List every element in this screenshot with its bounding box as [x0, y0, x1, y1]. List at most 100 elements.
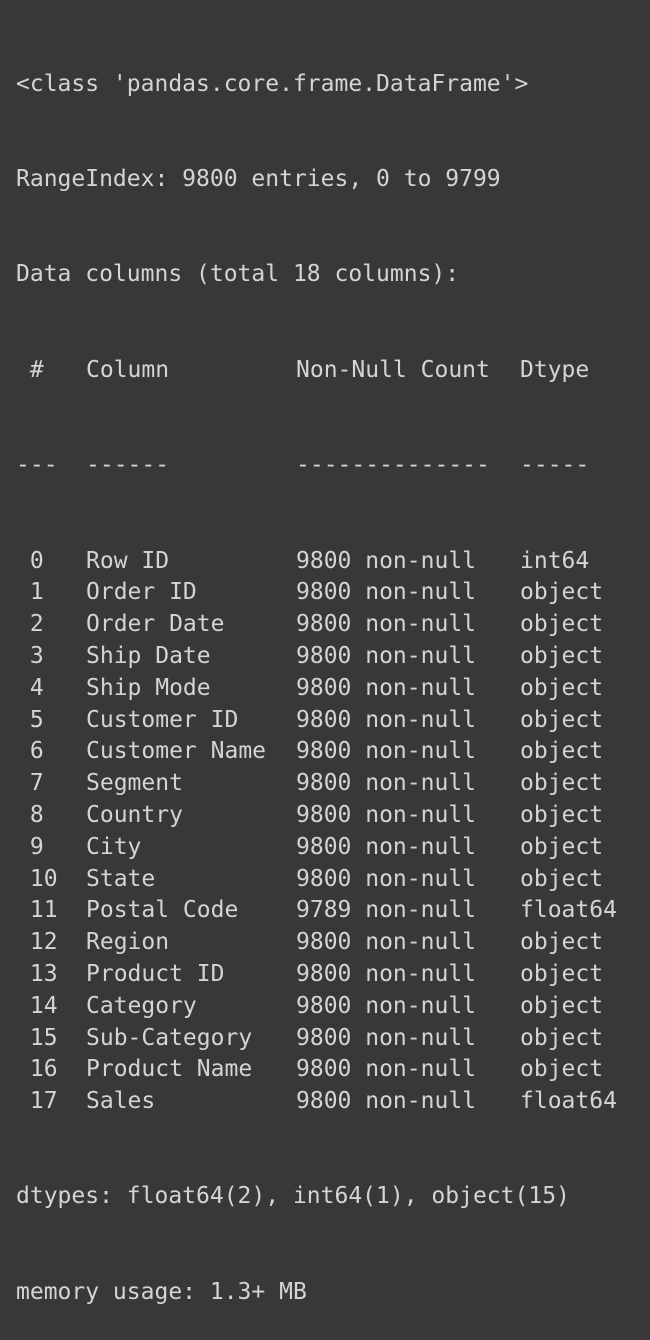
row-column-name: Category — [86, 992, 197, 1019]
table-row: 8 Country 9800 non-null object — [16, 800, 650, 832]
row-dtype: object — [520, 738, 604, 765]
header-dtype: Dtype — [520, 356, 590, 383]
row-non-null-count: 9800 non-null — [296, 1024, 477, 1051]
row-column-name: Sales — [86, 1088, 156, 1115]
dtypes-line: dtypes: float64(2), int64(1), object(15) — [16, 1183, 570, 1210]
row-index: 8 — [16, 801, 44, 828]
table-row: 10 State 9800 non-null object — [16, 864, 650, 896]
separator-idx: --- — [16, 452, 58, 479]
row-non-null-count: 9800 non-null — [296, 579, 477, 606]
row-column-name: Customer ID — [86, 706, 239, 733]
table-row: 12 Region 9800 non-null object — [16, 927, 650, 959]
row-non-null-count: 9800 non-null — [296, 1056, 477, 1083]
row-dtype: int64 — [520, 547, 590, 574]
row-column-name: Ship Date — [86, 642, 211, 669]
row-index: 14 — [16, 992, 58, 1019]
row-column-name: State — [86, 865, 156, 892]
row-dtype: object — [520, 865, 604, 892]
row-non-null-count: 9789 non-null — [296, 897, 477, 924]
table-rows: 0 Row ID 9800 non-null int64 1 Order ID 9800 … — [16, 546, 650, 1118]
row-non-null-count: 9800 non-null — [296, 1088, 477, 1115]
row-dtype: object — [520, 801, 604, 828]
row-column-name: Ship Mode — [86, 674, 211, 701]
row-dtype: object — [520, 674, 604, 701]
row-column-name: Segment — [86, 770, 183, 797]
header-non-null: Non-Null Count — [296, 356, 490, 383]
header-column: Column — [86, 356, 170, 383]
row-non-null-count: 9800 non-null — [296, 706, 477, 733]
row-index: 15 — [16, 1024, 58, 1051]
separator-non-null: -------------- — [296, 452, 490, 479]
row-index: 9 — [16, 833, 44, 860]
row-column-name: Order ID — [86, 579, 197, 606]
row-dtype: object — [520, 960, 604, 987]
row-index: 10 — [16, 865, 58, 892]
row-column-name: Country — [86, 801, 183, 828]
row-dtype: object — [520, 833, 604, 860]
table-separator-row: --- ------ -------------- ----- — [16, 450, 650, 482]
table-row: 5 Customer ID 9800 non-null object — [16, 705, 650, 737]
row-non-null-count: 9800 non-null — [296, 674, 477, 701]
range-index-line: RangeIndex: 9800 entries, 0 to 9799 — [16, 165, 501, 192]
row-column-name: Region — [86, 929, 170, 956]
row-dtype: object — [520, 642, 604, 669]
row-column-name: Sub-Category — [86, 1024, 253, 1051]
row-dtype: object — [520, 770, 604, 797]
row-index: 1 — [16, 579, 44, 606]
memory-line: memory usage: 1.3+ MB — [16, 1278, 307, 1305]
row-column-name: Customer Name — [86, 738, 267, 765]
table-row: 14 Category 9800 non-null object — [16, 991, 650, 1023]
table-row: 11 Postal Code 9789 non-null float64 — [16, 895, 650, 927]
table-row: 3 Ship Date 9800 non-null object — [16, 641, 650, 673]
row-index: 7 — [16, 770, 44, 797]
row-dtype: float64 — [520, 897, 617, 924]
row-non-null-count: 9800 non-null — [296, 611, 477, 638]
table-header-row: # Column Non-Null Count Dtype — [16, 355, 650, 387]
table-row: 0 Row ID 9800 non-null int64 — [16, 546, 650, 578]
row-non-null-count: 9800 non-null — [296, 929, 477, 956]
table-row: 16 Product Name 9800 non-null object — [16, 1054, 650, 1086]
table-row: 1 Order ID 9800 non-null object — [16, 577, 650, 609]
row-index: 12 — [16, 929, 58, 956]
row-index: 16 — [16, 1056, 58, 1083]
table-row: 2 Order Date 9800 non-null object — [16, 609, 650, 641]
table-row: 15 Sub-Category 9800 non-null object — [16, 1023, 650, 1055]
row-non-null-count: 9800 non-null — [296, 960, 477, 987]
row-column-name: City — [86, 833, 142, 860]
row-dtype: object — [520, 611, 604, 638]
row-non-null-count: 9800 non-null — [296, 738, 477, 765]
row-column-name: Postal Code — [86, 897, 239, 924]
table-row: 13 Product ID 9800 non-null object — [16, 959, 650, 991]
row-index: 13 — [16, 960, 58, 987]
row-index: 17 — [16, 1088, 58, 1115]
row-index: 5 — [16, 706, 44, 733]
table-row: 6 Customer Name 9800 non-null object — [16, 736, 650, 768]
row-non-null-count: 9800 non-null — [296, 770, 477, 797]
table-row: 4 Ship Mode 9800 non-null object — [16, 673, 650, 705]
row-index: 11 — [16, 897, 58, 924]
row-non-null-count: 9800 non-null — [296, 865, 477, 892]
row-dtype: object — [520, 706, 604, 733]
row-column-name: Order Date — [86, 611, 225, 638]
separator-column: ------ — [86, 452, 170, 479]
row-dtype: object — [520, 579, 604, 606]
df-info-output: <class 'pandas.core.frame.DataFrame'> Ra… — [0, 0, 650, 1305]
table-row: 7 Segment 9800 non-null object — [16, 768, 650, 800]
data-columns-line: Data columns (total 18 columns): — [16, 261, 460, 288]
row-column-name: Product ID — [86, 960, 225, 987]
row-index: 4 — [16, 674, 44, 701]
row-non-null-count: 9800 non-null — [296, 642, 477, 669]
row-dtype: object — [520, 1024, 604, 1051]
row-index: 2 — [16, 611, 44, 638]
row-index: 0 — [16, 547, 44, 574]
row-non-null-count: 9800 non-null — [296, 833, 477, 860]
row-index: 3 — [16, 642, 44, 669]
row-non-null-count: 9800 non-null — [296, 547, 477, 574]
row-index: 6 — [16, 738, 44, 765]
table-row: 9 City 9800 non-null object — [16, 832, 650, 864]
row-dtype: object — [520, 1056, 604, 1083]
row-dtype: object — [520, 992, 604, 1019]
class-line: <class 'pandas.core.frame.DataFrame'> — [16, 70, 529, 97]
separator-dtype: ----- — [520, 452, 590, 479]
table-row: 17 Sales 9800 non-null float64 — [16, 1086, 650, 1118]
